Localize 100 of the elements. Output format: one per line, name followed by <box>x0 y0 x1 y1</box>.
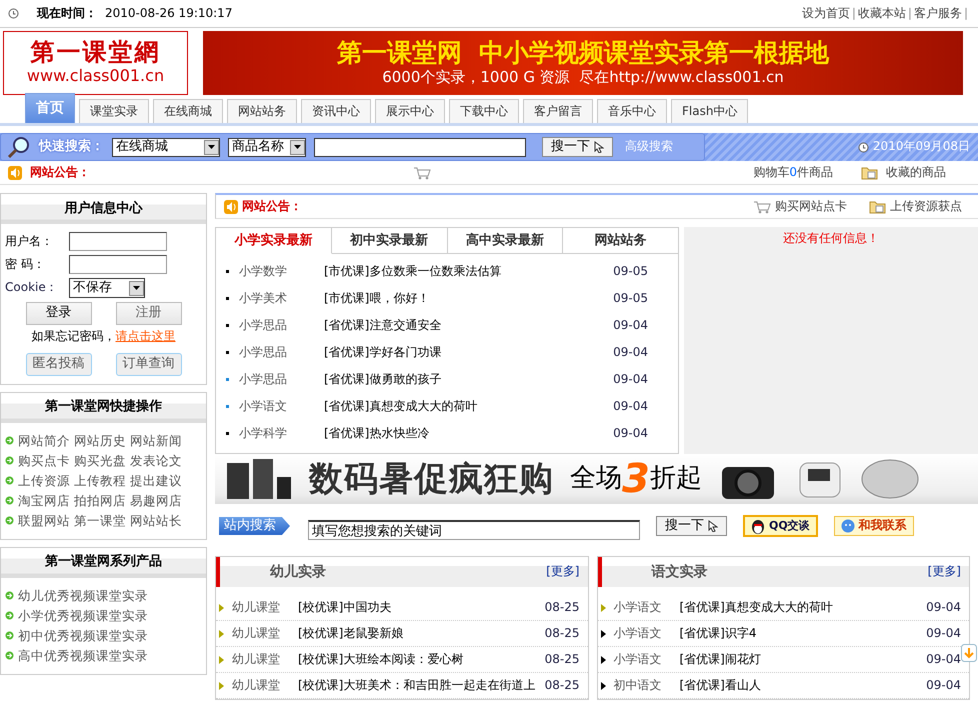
news-link[interactable]: [省优课]真想变成大大的荷叶 <box>324 398 478 414</box>
buy-card-link[interactable]: 购买网站点卡 <box>775 198 847 214</box>
anonymous-submit-button[interactable]: 匿名投稿 <box>26 352 92 376</box>
product-link[interactable]: 小学优秀视频课堂实录 <box>18 606 148 626</box>
category-link[interactable]: 小学科学 <box>239 426 324 442</box>
search-button[interactable]: 搜一下 <box>542 137 613 157</box>
news-link[interactable]: [校优课]大班绘本阅读：爱心树 <box>298 652 464 668</box>
keyword-field[interactable]: 填写您想搜索的关键词 <box>308 520 640 540</box>
search-field[interactable] <box>314 138 526 156</box>
nav-tab[interactable]: 客户留言 <box>523 99 593 123</box>
news-date: 09-05 <box>613 290 648 306</box>
category-link[interactable]: 小学思品 <box>239 344 324 360</box>
quick-link[interactable]: 网站站长 <box>130 510 182 531</box>
field-select[interactable]: 商品名称 <box>228 138 306 156</box>
category-link[interactable]: 幼儿课堂 <box>232 626 298 642</box>
login-button[interactable]: 登录 <box>26 302 92 325</box>
product-link[interactable]: 高中优秀视频课堂实录 <box>18 646 148 666</box>
news-link[interactable]: [省优课]闹花灯 <box>680 652 761 668</box>
quick-link[interactable]: 上传教程 <box>74 470 126 491</box>
more-link[interactable]: [更多] <box>928 564 961 580</box>
password-field[interactable] <box>69 255 167 274</box>
section-title: 幼儿实录 <box>270 562 326 582</box>
news-link[interactable]: [市优课]喂，你好！ <box>324 290 430 306</box>
category-link[interactable]: 幼儿课堂 <box>232 678 298 694</box>
register-button[interactable]: 注册 <box>116 302 182 325</box>
info-message: 还没有任何信息！ <box>782 230 880 247</box>
news-link[interactable]: [省优课]热水快些冷 <box>324 426 430 442</box>
news-link[interactable]: [校优课]老鼠娶新娘 <box>298 626 404 642</box>
nav-tab[interactable]: 展示中心 <box>375 99 445 123</box>
dropdown-arrow-icon <box>294 145 301 149</box>
news-tab[interactable]: 高中实录最新 <box>448 228 564 254</box>
search-icon <box>7 136 31 158</box>
news-link[interactable]: [校优课]中国功夫 <box>298 600 392 616</box>
category-link[interactable]: 小学美术 <box>239 290 324 306</box>
news-date: 09-04 <box>613 372 648 388</box>
order-query-button[interactable]: 订单查询 <box>116 352 182 376</box>
nav-tab[interactable]: 音乐中心 <box>597 99 667 123</box>
header-link[interactable]: 收藏本站 <box>858 6 906 22</box>
news-link[interactable]: [省优课]做勇敢的孩子 <box>324 372 442 388</box>
nav-tab[interactable]: 资讯中心 <box>301 99 371 123</box>
more-link[interactable]: [更多] <box>546 564 580 580</box>
site-logo[interactable]: 第一课堂網 www.class001.cn <box>3 31 188 95</box>
cookie-select[interactable]: 不保存 <box>69 278 145 298</box>
cart-link[interactable]: 购物车0件商品 <box>753 164 833 180</box>
nav-tab[interactable]: 课堂实录 <box>79 99 149 123</box>
news-link[interactable]: [省优课]学好各门功课 <box>324 344 442 360</box>
quick-link[interactable]: 第一课堂 <box>74 510 126 531</box>
header-link[interactable]: 设为首页 <box>802 6 850 22</box>
category-link[interactable]: 小学思品 <box>239 372 324 388</box>
quick-link[interactable]: 淘宝网店 <box>18 490 70 511</box>
category-select[interactable]: 在线商城 <box>112 138 220 156</box>
nav-tab[interactable]: Flash中心 <box>671 99 748 123</box>
nav-tab[interactable]: 网站站务 <box>227 99 297 123</box>
product-link[interactable]: 初中优秀视频课堂实录 <box>18 626 148 646</box>
news-tab[interactable]: 初中实录最新 <box>332 228 448 254</box>
category-link[interactable]: 幼儿课堂 <box>232 600 298 616</box>
favorites-link[interactable]: 收藏的商品 <box>886 164 946 180</box>
separator: | <box>852 6 856 22</box>
nav-tab[interactable]: 下载中心 <box>449 99 519 123</box>
category-link[interactable]: 小学语文 <box>614 626 680 642</box>
category-link[interactable]: 初中语文 <box>614 678 680 694</box>
contact-button[interactable]: 和我联系 <box>834 516 914 536</box>
quick-link[interactable]: 网站历史 <box>74 430 126 451</box>
speaker-icon <box>224 200 238 214</box>
nav-tab[interactable]: 在线商城 <box>153 99 223 123</box>
quick-link[interactable]: 网站新闻 <box>130 430 182 451</box>
category-link[interactable]: 小学数学 <box>239 264 324 280</box>
news-link[interactable]: [省优课]识字4 <box>680 626 756 642</box>
news-link[interactable]: [市优课]多位数乘一位数乘法估算 <box>324 264 502 280</box>
logo-url: www.class001.cn <box>26 66 164 87</box>
category-link[interactable]: 小学语文 <box>239 398 324 414</box>
category-link[interactable]: 小学语文 <box>614 652 680 668</box>
quick-link[interactable]: 网站简介 <box>18 430 70 451</box>
news-link[interactable]: [省优课]真想变成大大的荷叶 <box>680 600 833 616</box>
quick-link[interactable]: 联盟网站 <box>18 510 70 531</box>
product-link[interactable]: 幼儿优秀视频课堂实录 <box>18 586 148 606</box>
quick-link[interactable]: 易趣网店 <box>130 490 182 511</box>
quick-link[interactable]: 购买光盘 <box>74 450 126 471</box>
username-field[interactable] <box>69 232 167 251</box>
news-link[interactable]: [省优课]看山人 <box>680 678 761 694</box>
quick-link[interactable]: 发表论文 <box>130 450 182 471</box>
qq-chat-button[interactable]: QQ交谈 <box>743 515 818 537</box>
header-link[interactable]: 客户服务 <box>914 6 962 22</box>
ad-offer-number: 3 <box>622 459 650 499</box>
news-link[interactable]: [省优课]注意交通安全 <box>324 318 442 334</box>
cart-icon <box>753 200 771 214</box>
quick-link[interactable]: 提出建议 <box>130 470 182 491</box>
current-time: 2010-08-26 19:10:17 <box>105 6 232 22</box>
category-link[interactable]: 幼儿课堂 <box>232 652 298 668</box>
site-search-button[interactable]: 搜一下 <box>656 516 727 536</box>
news-link[interactable]: [校优课]大班美术：和吉田胜一起走在街道上 <box>298 678 536 694</box>
category-link[interactable]: 小学思品 <box>239 318 324 334</box>
category-link[interactable]: 小学语文 <box>614 600 680 616</box>
dropdown-arrow-icon <box>133 286 140 290</box>
quick-link[interactable]: 上传资源 <box>18 470 70 491</box>
upload-link[interactable]: 上传资源获点 <box>890 198 962 214</box>
quick-link[interactable]: 购买点卡 <box>18 450 70 471</box>
clock-icon <box>858 142 869 152</box>
quick-link[interactable]: 拍拍网店 <box>74 490 126 511</box>
forgot-password-text: 如果忘记密码，请点击这里 <box>30 329 176 345</box>
